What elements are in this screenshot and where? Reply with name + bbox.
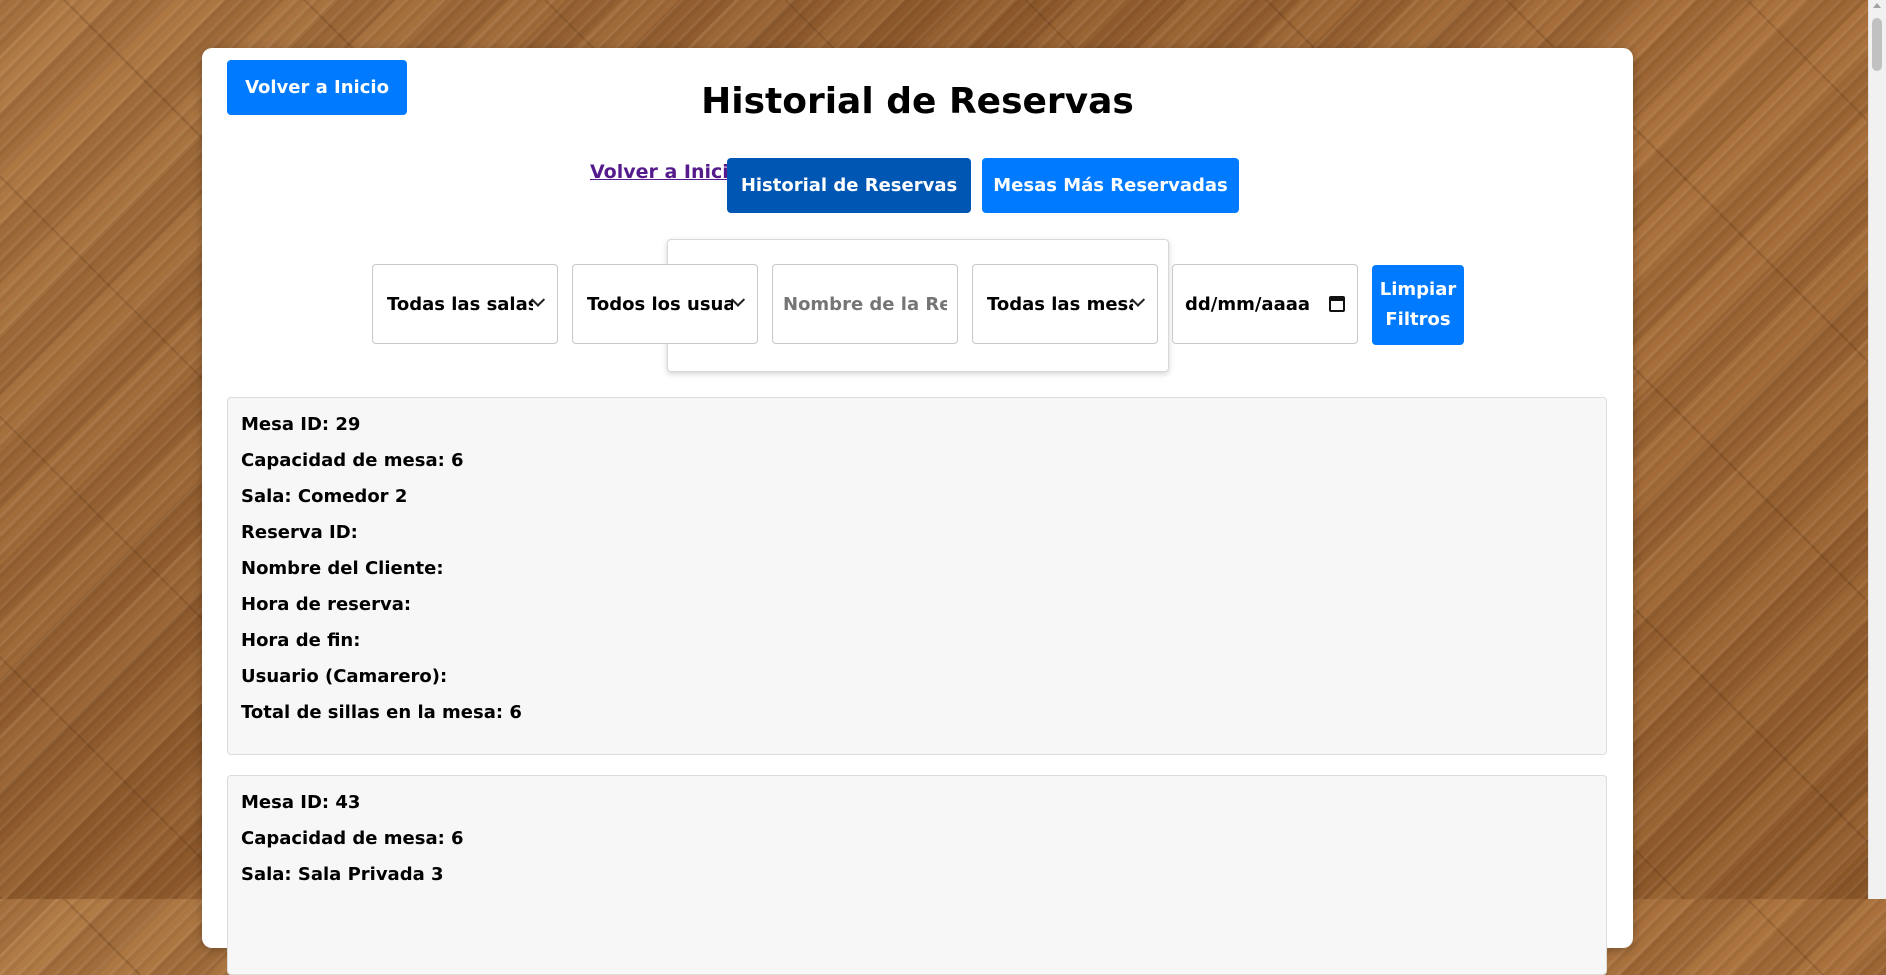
sala-select-value: Todas las salas xyxy=(387,293,533,315)
sala-select[interactable]: Todas las salas xyxy=(372,264,558,344)
chevron-down-icon xyxy=(730,292,746,307)
reservation-record: Mesa ID: 29 Capacidad de mesa: 6 Sala: C… xyxy=(227,397,1607,755)
hora-reserva: Hora de reserva: xyxy=(241,594,412,615)
vertical-scrollbar[interactable] xyxy=(1868,0,1886,899)
nombre-cliente: Nombre del Cliente: xyxy=(241,558,444,579)
date-field-value: dd/mm/aaaa xyxy=(1185,293,1311,315)
scroll-up-arrow-icon[interactable] xyxy=(1873,3,1881,8)
nombre-reserva-input[interactable] xyxy=(773,293,957,315)
capacidad-mesa: Capacidad de mesa: 6 xyxy=(241,828,464,849)
date-field[interactable]: dd/mm/aaaa xyxy=(1172,264,1358,344)
mesa-id: Mesa ID: 29 xyxy=(241,414,361,435)
mesas-mas-reservadas-button[interactable]: Mesas Más Reservadas xyxy=(982,158,1239,213)
sala-name: Sala: Comedor 2 xyxy=(241,486,408,507)
chevron-down-icon xyxy=(530,292,546,307)
mesa-id: Mesa ID: 43 xyxy=(241,792,361,813)
clear-filters-label-line1: Limpiar xyxy=(1379,279,1457,300)
scroll-thumb[interactable] xyxy=(1872,18,1882,71)
hora-fin: Hora de fin: xyxy=(241,630,361,651)
total-sillas: Total de sillas en la mesa: 6 xyxy=(241,702,522,723)
historial-reservas-button[interactable]: Historial de Reservas xyxy=(727,158,971,213)
mesa-select-value: Todas las mesas xyxy=(987,293,1133,315)
sala-name: Sala: Sala Privada 3 xyxy=(241,864,444,885)
reservation-record: Mesa ID: 43 Capacidad de mesa: 6 Sala: S… xyxy=(227,775,1607,975)
mesa-select[interactable]: Todas las mesas xyxy=(972,264,1158,344)
clear-filters-label-line2: Filtros xyxy=(1385,309,1451,330)
chevron-down-icon xyxy=(1130,292,1146,307)
clear-filters-button[interactable]: Limpiar Filtros xyxy=(1372,265,1464,345)
reserva-id: Reserva ID: xyxy=(241,522,358,543)
nombre-reserva-field[interactable] xyxy=(772,264,958,344)
page-title: Historial de Reservas xyxy=(701,81,1134,122)
usuario-camarero: Usuario (Camarero): xyxy=(241,666,448,687)
capacidad-mesa: Capacidad de mesa: 6 xyxy=(241,450,464,471)
usuario-select[interactable]: Todos los usuarios xyxy=(572,264,758,344)
back-to-home-link[interactable]: Volver a Inicio xyxy=(590,161,742,183)
calendar-icon[interactable] xyxy=(1329,296,1345,312)
main-card: Volver a Inicio Historial de Reservas Vo… xyxy=(202,48,1633,975)
usuario-select-value: Todos los usuarios xyxy=(587,293,733,315)
